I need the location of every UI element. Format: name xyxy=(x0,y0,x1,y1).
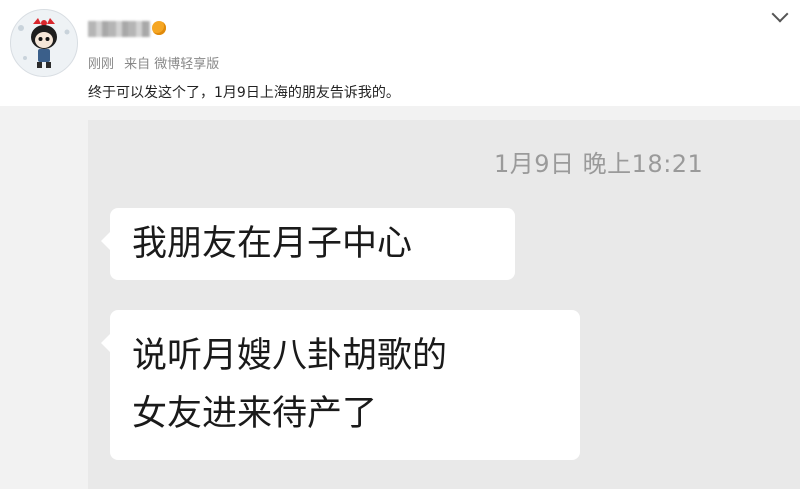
chat-timestamp: 1月9日 晚上18:21 xyxy=(494,150,704,178)
chat-message-line: 我朋友在月子中心 xyxy=(132,224,413,264)
avatar-image xyxy=(11,10,77,76)
post-text: 终于可以发这个了，1月9日上海的朋友告诉我的。 xyxy=(88,85,400,101)
chat-screenshot: 1月9日 晚上18:21 我朋友在月子中心 说听月嫂八卦胡歌的 女友进来待产了 xyxy=(88,120,800,489)
chat-message-line: 女友进来待产了 xyxy=(132,394,378,434)
post-source[interactable]: 来自 微博轻享版 xyxy=(124,57,219,72)
chat-bubble: 我朋友在月子中心 xyxy=(101,208,515,280)
post-header: 刚刚 来自 微博轻享版 终于可以发这个了，1月9日上海的朋友告诉我的。 xyxy=(0,0,800,106)
chat-message-line: 说听月嫂八卦胡歌的 xyxy=(132,336,448,376)
post-meta: 刚刚 来自 微博轻享版 xyxy=(88,53,225,72)
chevron-down-icon[interactable] xyxy=(771,5,789,23)
username-redacted[interactable] xyxy=(88,21,150,37)
post-image-area[interactable]: 1月9日 晚上18:21 我朋友在月子中心 说听月嫂八卦胡歌的 女友进来待产了 xyxy=(0,106,800,489)
post-time: 刚刚 xyxy=(88,57,115,72)
avatar[interactable] xyxy=(10,9,78,77)
chat-bubble: 说听月嫂八卦胡歌的 女友进来待产了 xyxy=(101,310,580,460)
vip-badge-icon xyxy=(152,21,166,35)
